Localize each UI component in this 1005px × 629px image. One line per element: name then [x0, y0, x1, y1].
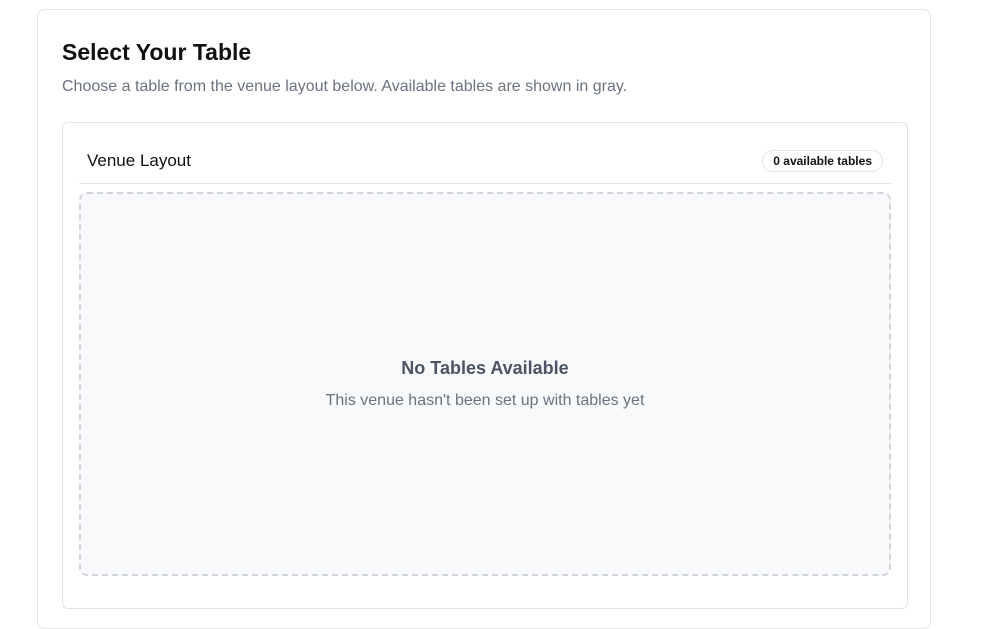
empty-state-message: This venue hasn't been set up with table… — [325, 392, 645, 409]
empty-state-title: No Tables Available — [401, 358, 569, 378]
venue-layout-header: Venue Layout 0 available tables — [79, 123, 891, 184]
venue-layout-card: Venue Layout 0 available tables No Table… — [62, 122, 908, 609]
venue-layout-empty-state: No Tables Available This venue hasn't be… — [79, 192, 891, 576]
table-selection-card: Select Your Table Choose a table from th… — [37, 9, 931, 629]
available-tables-badge: 0 available tables — [762, 150, 883, 172]
page-subtitle: Choose a table from the venue layout bel… — [62, 78, 628, 95]
page-title: Select Your Table — [62, 39, 252, 65]
venue-layout-title: Venue Layout — [87, 151, 191, 170]
